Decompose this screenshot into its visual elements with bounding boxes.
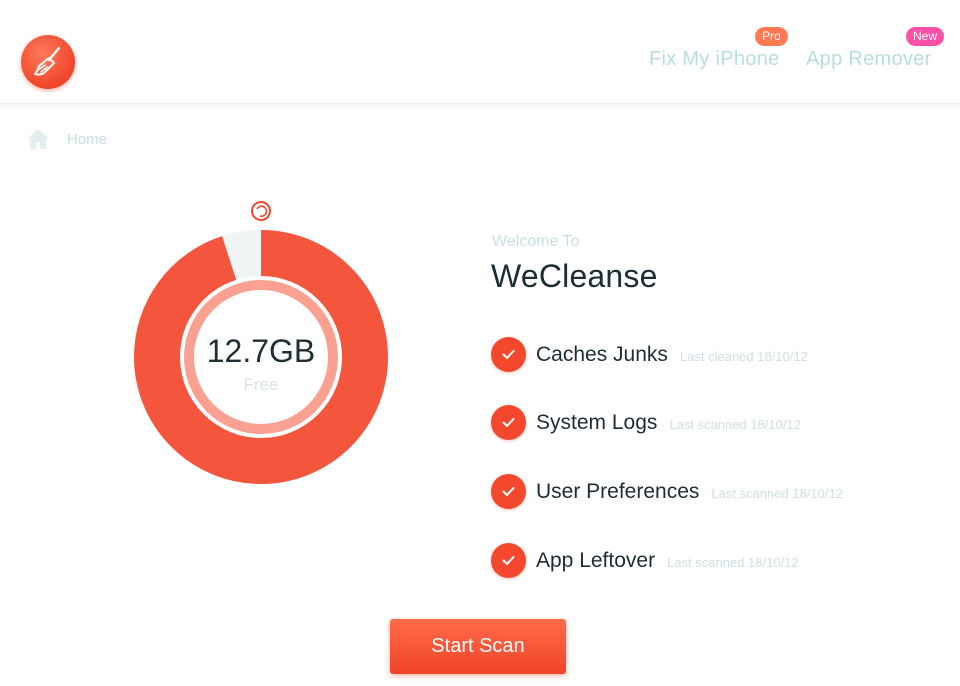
new-badge: New <box>906 27 945 46</box>
item-meta: Last scanned 18/10/12 <box>711 486 843 501</box>
welcome-subtitle: Welcome To <box>492 233 580 250</box>
check-icon <box>491 337 526 372</box>
nav-fix-my-iphone[interactable]: Fix My iPhone <box>649 48 780 71</box>
list-item-user-preferences: User Preferences Last scanned 18/10/12 <box>491 474 843 509</box>
item-label: User Preferences <box>536 479 700 503</box>
home-icon[interactable] <box>26 128 50 150</box>
app-header: Fix My iPhone Pro App Remover New <box>0 0 960 104</box>
breadcrumb: Home <box>26 128 107 150</box>
list-item-caches-junks: Caches Junks Last cleaned 18/10/12 <box>491 337 808 372</box>
app-logo[interactable] <box>21 35 75 89</box>
item-meta: Last scanned 18/10/12 <box>669 417 801 432</box>
scan-indicator-icon <box>251 201 271 221</box>
item-meta: Last cleaned 18/10/12 <box>679 349 808 364</box>
start-scan-button[interactable]: Start Scan <box>390 619 566 674</box>
list-item-app-leftover: App Leftover Last scanned 18/10/12 <box>491 543 799 578</box>
broom-icon <box>34 46 61 76</box>
check-icon <box>491 543 526 578</box>
storage-free-label: Free <box>243 375 279 394</box>
storage-gauge: 12.7GB Free <box>133 195 393 490</box>
item-label: App Leftover <box>536 548 656 572</box>
item-label: System Logs <box>536 410 658 434</box>
nav-app-remover[interactable]: App Remover <box>806 48 932 71</box>
list-item-system-logs: System Logs Last scanned 18/10/12 <box>491 405 801 440</box>
check-icon <box>491 474 526 509</box>
storage-free-value: 12.7GB <box>206 333 316 369</box>
welcome-title: WeCleanse <box>491 258 658 294</box>
item-meta: Last scanned 18/10/12 <box>667 555 799 570</box>
item-label: Caches Junks <box>536 342 668 366</box>
check-icon <box>491 405 526 440</box>
pro-badge: Pro <box>755 27 788 46</box>
breadcrumb-home[interactable]: Home <box>67 131 107 148</box>
